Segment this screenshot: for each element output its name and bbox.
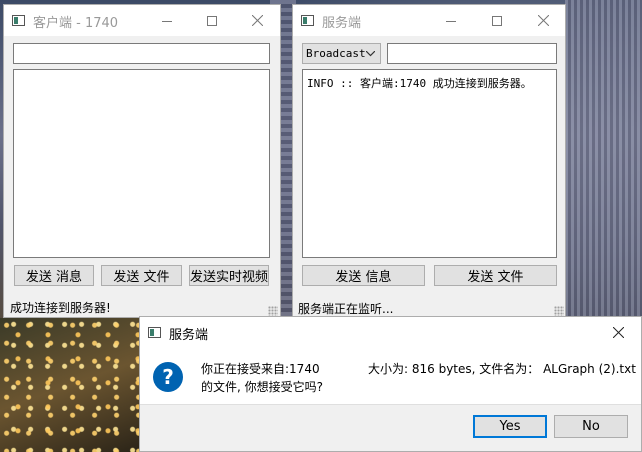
client-status-text: 成功连接到服务器!	[10, 301, 111, 315]
broadcast-target-select[interactable]: Broadcast	[302, 43, 381, 64]
no-button[interactable]: No	[554, 415, 628, 438]
window-title: 服务端	[322, 16, 362, 31]
yes-button[interactable]: Yes	[473, 415, 547, 438]
resize-grip[interactable]	[268, 306, 278, 316]
app-window-icon	[148, 327, 161, 338]
window-title: 客户端 - 1740	[33, 16, 119, 31]
client-message-input[interactable]	[13, 43, 270, 64]
send-message-button[interactable]: 发送 消息	[14, 265, 94, 286]
close-icon	[612, 326, 624, 338]
dialog-message-line2: 的文件, 你想接受它吗?	[201, 380, 323, 394]
select-value: Broadcast	[306, 47, 366, 60]
file-receive-dialog: 服务端 ? 你正在接受来自:1740 大小为: 816 bytes, 文件名为：…	[139, 316, 642, 452]
resize-grip[interactable]	[554, 306, 564, 316]
client-titlebar[interactable]: 客户端 - 1740	[4, 5, 280, 36]
close-icon	[537, 15, 549, 26]
chevron-down-icon	[366, 51, 375, 57]
dialog-message-line1-right: 大小为: 816 bytes, 文件名为： ALGraph (2).txt	[368, 362, 636, 376]
maximize-button[interactable]	[474, 5, 520, 36]
close-button[interactable]	[234, 5, 280, 36]
send-realtime-video-button[interactable]: 发送实时视频	[189, 265, 269, 286]
dialog-button-bar: Yes No	[140, 404, 641, 451]
dialog-title: 服务端	[169, 328, 209, 343]
minimize-button[interactable]	[144, 5, 190, 36]
minimize-button[interactable]	[428, 5, 474, 36]
minimize-icon	[446, 20, 456, 22]
server-log-text: INFO :: 客户端:1740 成功连接到服务器。	[307, 77, 532, 90]
close-button[interactable]	[520, 5, 566, 36]
maximize-button[interactable]	[189, 5, 235, 36]
maximize-icon	[207, 15, 217, 26]
client-window: 客户端 - 1740 发送 消息 发送 文件 发送实时视频 成功连接到服务器!	[3, 4, 281, 318]
send-info-button[interactable]: 发送 信息	[302, 265, 425, 286]
server-status-text: 服务端正在监听...	[298, 302, 394, 316]
dialog-close-button[interactable]	[595, 317, 641, 347]
minimize-icon	[162, 20, 172, 22]
maximize-icon	[492, 15, 502, 26]
svg-text:?: ?	[162, 365, 174, 389]
server-log-area[interactable]: INFO :: 客户端:1740 成功连接到服务器。	[302, 69, 557, 258]
server-window: 服务端 Broadcast INFO :: 客户端:1740 成功连接到服务器。…	[292, 4, 566, 318]
background-city-lights	[0, 318, 140, 452]
send-file-button[interactable]: 发送 文件	[434, 265, 557, 286]
question-icon: ?	[153, 362, 183, 392]
close-icon	[251, 15, 263, 26]
send-file-button[interactable]: 发送 文件	[101, 265, 182, 286]
server-message-input[interactable]	[387, 43, 557, 64]
background-building	[565, 0, 642, 320]
client-log-area[interactable]	[13, 69, 270, 258]
app-window-icon	[301, 15, 314, 26]
app-window-icon	[12, 15, 25, 26]
dialog-message-line1-left: 你正在接受来自:1740	[201, 362, 320, 376]
server-titlebar[interactable]: 服务端	[293, 5, 565, 36]
